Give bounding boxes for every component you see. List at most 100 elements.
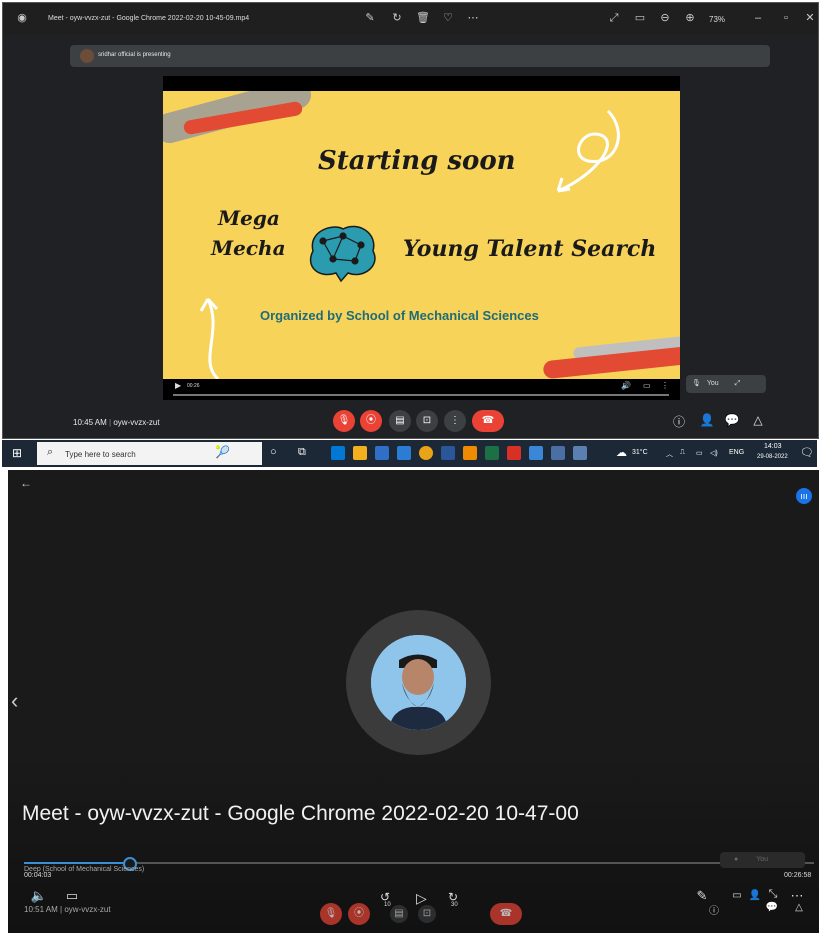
zoom-out-icon[interactable]: ⊖	[658, 11, 672, 25]
participant-avatar	[371, 635, 466, 730]
edge-icon[interactable]	[331, 446, 345, 460]
slide: Starting soon Mega Mecha Young Talent Se…	[163, 91, 680, 379]
presenter-avatar	[80, 49, 94, 63]
start-icon[interactable]: ⊞	[12, 446, 22, 460]
shared-screen: Starting soon Mega Mecha Young Talent Se…	[163, 76, 680, 400]
close-icon[interactable]: ✕	[803, 11, 817, 25]
more-icon[interactable]: ⋯	[466, 11, 480, 25]
favorite-icon[interactable]: ♡	[441, 11, 455, 25]
bottom-gradient	[8, 750, 819, 933]
top-recording-window: ◉ Meet - oyw-vvzx-zut - Google Chrome 20…	[2, 2, 819, 439]
delete-icon[interactable]: 🗑	[416, 11, 430, 25]
zoom-level: 73%	[709, 15, 726, 24]
taskbar-search-box[interactable]: ⌕ Type here to search 🎾	[37, 442, 262, 465]
leave-call-button[interactable]: ☎	[472, 410, 504, 432]
skip-back-seconds: 10	[384, 902, 391, 908]
captions-button[interactable]: ▤	[389, 410, 411, 432]
display-icon[interactable]: ▭	[696, 449, 703, 457]
people-icon[interactable]: 👤	[699, 413, 715, 427]
screenshot-icon[interactable]: ▭	[728, 890, 746, 901]
video-time: 00:26	[187, 383, 200, 389]
weather-icon[interactable]: ☁	[616, 446, 627, 459]
language-indicator[interactable]: ENG	[729, 449, 744, 456]
video-seek-bar[interactable]	[173, 394, 669, 396]
video-more-icon[interactable]: ⋮	[661, 381, 669, 390]
activities-faded-icon[interactable]: △	[790, 902, 808, 913]
store-icon[interactable]	[375, 446, 389, 460]
audio-indicator-icon: ııı	[796, 488, 812, 504]
leave-call-faded-button[interactable]: ☎	[490, 903, 522, 925]
info-icon[interactable]: ⓘ	[671, 413, 687, 430]
info-faded-icon[interactable]: ⓘ	[705, 902, 723, 917]
minimize-icon[interactable]: –	[751, 11, 765, 25]
captions-icon[interactable]: ▭	[643, 381, 651, 390]
clock-time[interactable]: 14:03	[764, 443, 782, 450]
vlc-icon[interactable]	[463, 446, 477, 460]
notification-icon[interactable]: 🗨	[800, 446, 814, 459]
people-faded-icon[interactable]: 👤	[746, 890, 764, 901]
mic-toggle-button[interactable]: 🎙	[333, 410, 355, 432]
search-placeholder: Type here to search	[65, 450, 136, 459]
camera-toggle-faded-button[interactable]: ⦿	[348, 903, 370, 925]
excel-icon[interactable]	[485, 446, 499, 460]
self-view-tile-faded[interactable]: ● You	[720, 852, 805, 868]
self-view-tile[interactable]: 🎙 You ⤢	[686, 375, 766, 393]
fullscreen-exit-icon[interactable]: ⤡	[764, 888, 782, 901]
present-button[interactable]: ⊡	[416, 410, 438, 432]
temperature: 31°C	[632, 449, 648, 456]
present-faded-button[interactable]: ⊡	[418, 905, 436, 923]
speaker-icon[interactable]: ◁)	[710, 449, 718, 457]
edit-icon[interactable]: ✎	[363, 11, 377, 25]
slide-organizer: Organized by School of Mechanical Scienc…	[260, 308, 539, 323]
word-icon[interactable]	[441, 446, 455, 460]
maximize-icon[interactable]: ▫	[779, 11, 793, 25]
app-icon-blue[interactable]	[529, 446, 543, 460]
total-duration: 00:26:58	[784, 872, 812, 879]
network-icon[interactable]: ⎍	[680, 449, 685, 457]
volume-icon[interactable]: 🔈	[30, 888, 48, 904]
camera-toggle-button[interactable]: ⦿	[360, 410, 382, 432]
activities-icon[interactable]: △	[750, 413, 766, 427]
photos-icon[interactable]	[551, 446, 565, 460]
app-icon: ◉	[17, 12, 27, 24]
expand-tile-icon[interactable]: ⤢	[735, 380, 741, 387]
cortana-icon[interactable]: ○	[270, 446, 277, 458]
self-label-faded: You	[756, 856, 768, 863]
playback-progress[interactable]	[24, 857, 814, 871]
expand-icon[interactable]: ⤢	[607, 11, 621, 25]
chat-icon[interactable]: 💬	[724, 413, 740, 427]
tray-chevron-icon[interactable]: ︿	[666, 449, 673, 459]
previous-chevron-icon[interactable]: ‹	[11, 688, 18, 714]
presenting-text: sridhar official is presenting	[98, 52, 171, 58]
swirl-arrow-icon	[556, 109, 620, 193]
slide-mecha: Mecha	[211, 236, 286, 260]
chat-faded-icon[interactable]: 💬	[763, 902, 781, 913]
captions-icon[interactable]: ▭	[63, 888, 81, 904]
fit-icon[interactable]: ▭	[633, 11, 647, 25]
play-icon[interactable]: ▶	[175, 381, 181, 390]
up-arrow-icon	[199, 297, 220, 379]
mic-toggle-faded-button[interactable]: 🎙	[320, 903, 342, 925]
presenting-banner: sridhar official is presenting	[70, 45, 770, 67]
mic-off-icon: 🎙	[692, 380, 701, 387]
captions-faded-button[interactable]: ▤	[390, 905, 408, 923]
brain-network-icon	[309, 225, 376, 283]
back-arrow-icon[interactable]: ←	[20, 476, 32, 490]
clock-date[interactable]: 29-08-2022	[757, 454, 788, 460]
app-icon-grey[interactable]	[573, 446, 587, 460]
slide-event-title: Young Talent Search	[403, 236, 657, 262]
chrome-icon[interactable]	[419, 446, 433, 460]
meeting-code: oyw-vvzx-zut	[113, 418, 160, 427]
task-view-icon[interactable]: ⧉	[298, 446, 306, 459]
acrobat-icon[interactable]	[507, 446, 521, 460]
mail-icon[interactable]	[397, 446, 411, 460]
file-explorer-icon[interactable]	[353, 446, 367, 460]
meeting-time: 10:45 AM	[73, 418, 107, 427]
more-options-button[interactable]: ⋮	[444, 410, 466, 432]
volume-icon[interactable]: 🔊	[621, 381, 631, 390]
rotate-icon[interactable]: ↻	[390, 11, 404, 25]
mic-off-faded-icon: ●	[734, 856, 739, 863]
player-title-bar: ◉ Meet - oyw-vvzx-zut - Google Chrome 20…	[3, 3, 818, 35]
recording-title: Meet - oyw-vvzx-zut - Google Chrome 2022…	[22, 802, 579, 825]
zoom-in-icon[interactable]: ⊕	[683, 11, 697, 25]
